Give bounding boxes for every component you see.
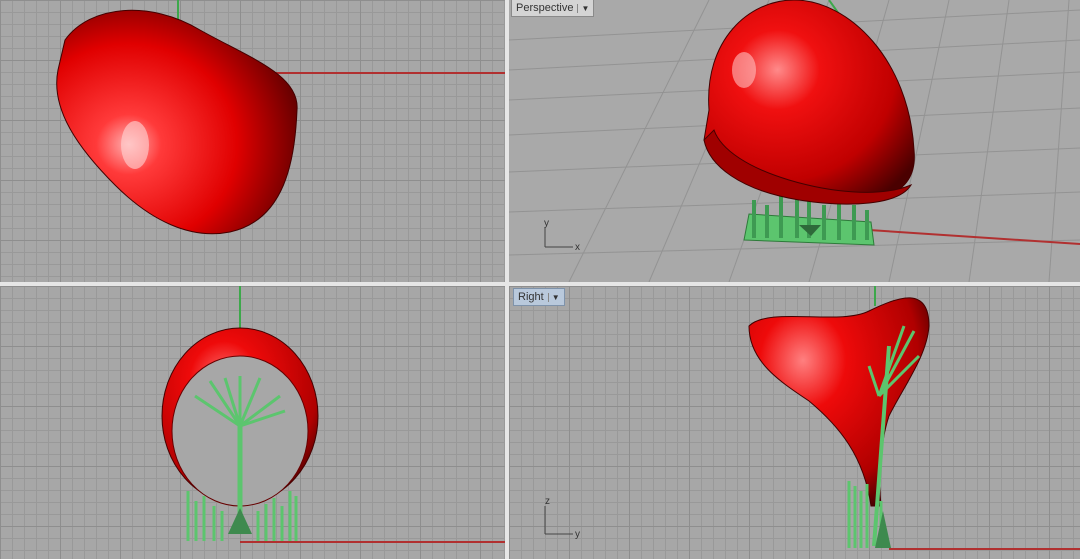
- viewport-tab-perspective[interactable]: Perspective ▼: [511, 0, 595, 17]
- viewport-layout: y x Perspective ▼ z y Right ▼: [0, 0, 1080, 559]
- chevron-down-icon[interactable]: ▼: [547, 292, 560, 302]
- viewport-divider-vertical[interactable]: [505, 0, 509, 559]
- ring-model-top[interactable]: [56, 9, 298, 235]
- axis-gizmo: z y: [544, 496, 580, 540]
- front-view-scene: [161, 286, 505, 543]
- viewport-tab-right[interactable]: Right ▼: [513, 288, 565, 306]
- viewport-title: Right: [518, 291, 544, 303]
- specular-highlight: [121, 121, 149, 169]
- axis-label-x: x: [575, 242, 580, 253]
- specular-highlight: [732, 52, 756, 88]
- chevron-down-icon[interactable]: ▼: [577, 3, 589, 13]
- axis-label-z: z: [545, 496, 550, 507]
- axis-label-y: y: [544, 218, 549, 229]
- perspective-scene: y x: [509, 0, 1080, 282]
- viewport-divider-horizontal[interactable]: [0, 282, 1080, 286]
- axis-label-y: y: [575, 529, 580, 540]
- top-viewport[interactable]: [0, 0, 505, 282]
- viewport-title: Perspective: [516, 2, 574, 14]
- top-view-scene: [56, 0, 505, 235]
- front-viewport[interactable]: [0, 286, 505, 559]
- perspective-viewport[interactable]: y x Perspective ▼: [509, 0, 1080, 282]
- right-viewport[interactable]: z y Right ▼: [509, 286, 1080, 559]
- right-view-scene: z y: [544, 286, 1080, 550]
- axis-gizmo: y x: [544, 218, 580, 253]
